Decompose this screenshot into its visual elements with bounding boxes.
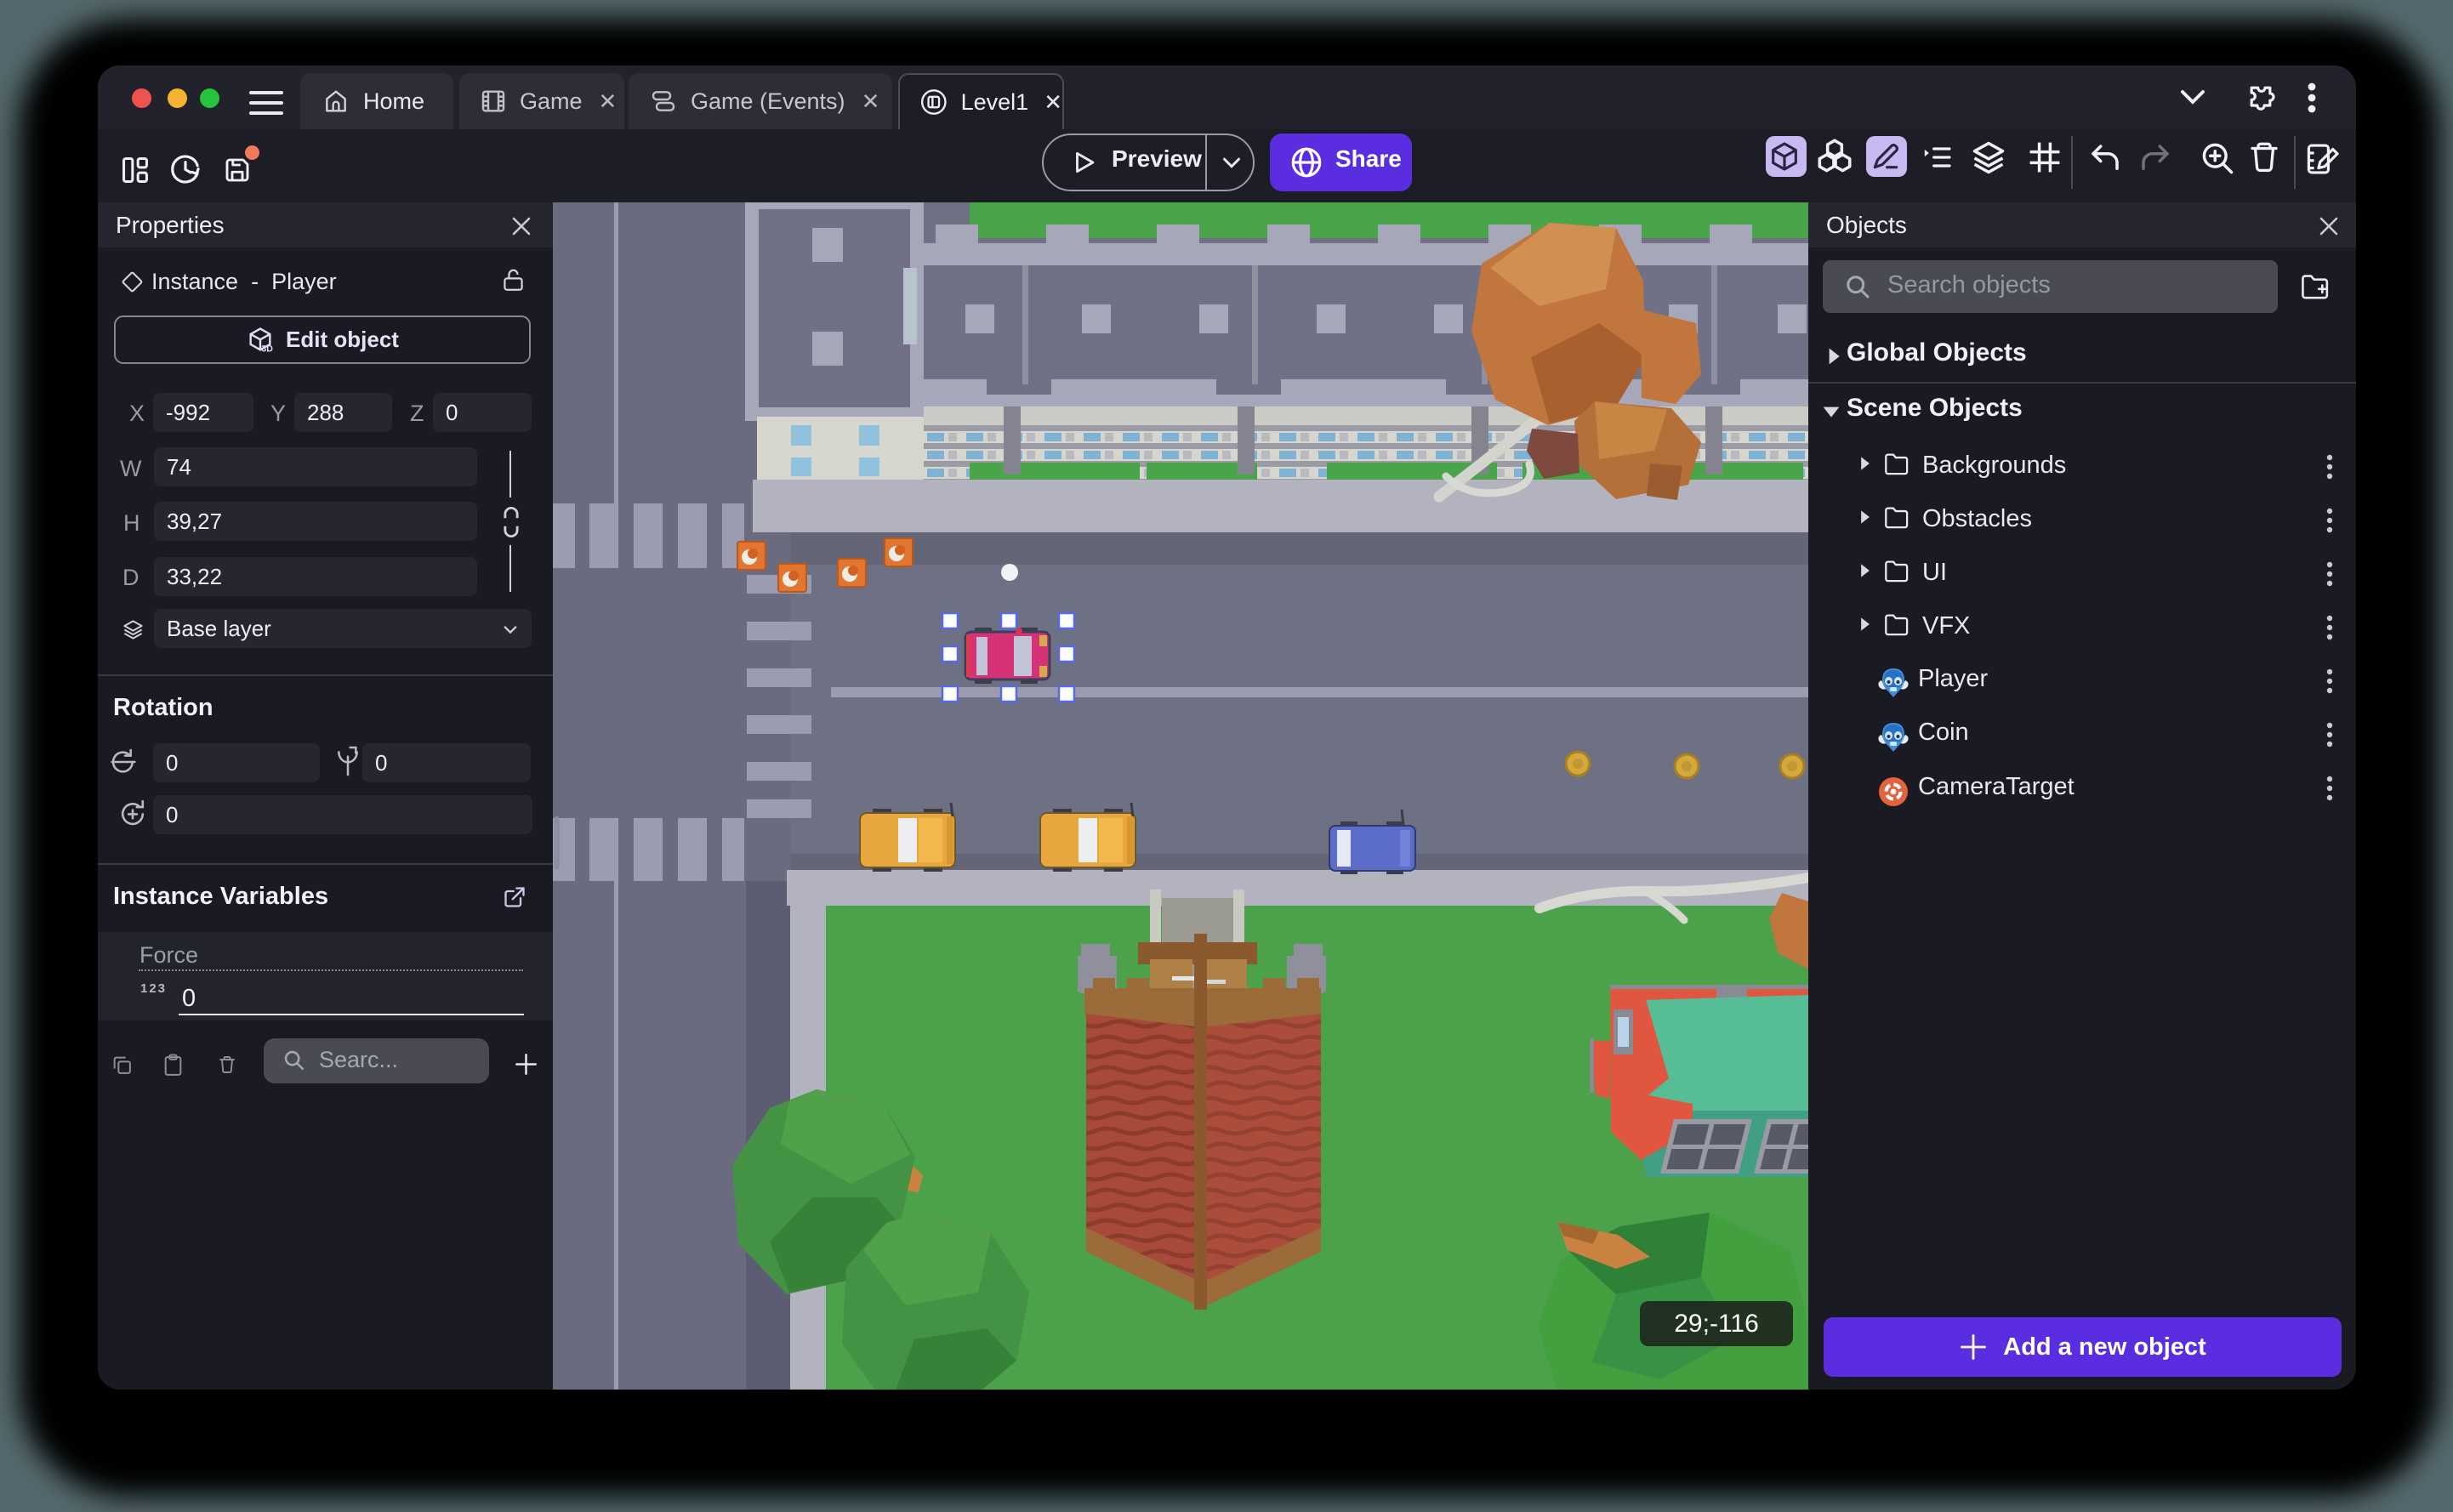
svg-text:29;-116: 29;-116 — [1674, 1310, 1759, 1338]
svg-text:3D: 3D — [261, 344, 273, 354]
